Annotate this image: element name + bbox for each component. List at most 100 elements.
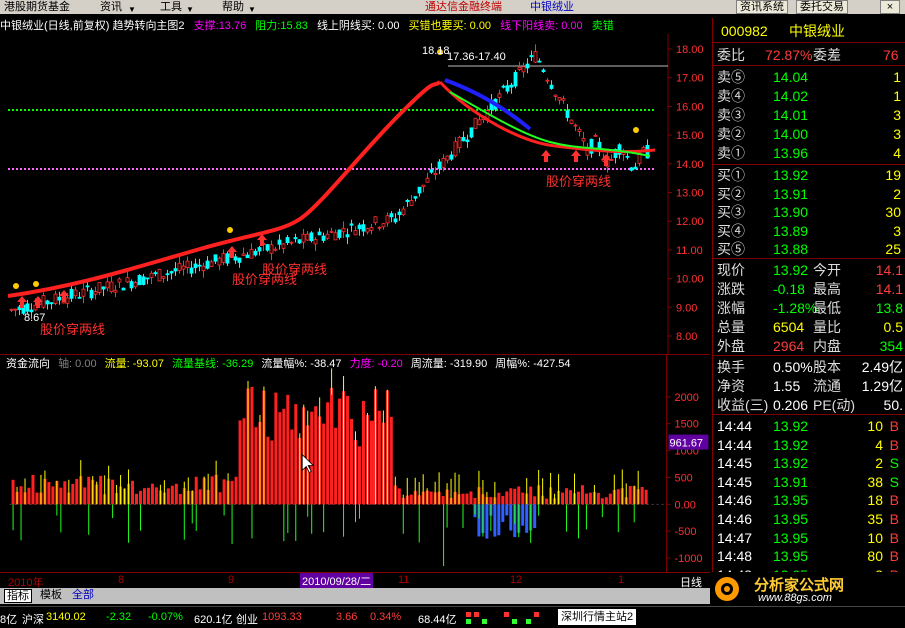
- candle-body: [417, 186, 422, 194]
- tick-time: 14:46: [717, 492, 753, 509]
- candle-body: [217, 257, 222, 266]
- quote-row: 换手 0.50% 股本 2.49亿: [717, 358, 903, 376]
- menu-item-hk-futures-funds[interactable]: 港股期货基金: [4, 0, 70, 14]
- stat-label: 股本: [813, 359, 841, 375]
- dropdown-arrow-icon: ▼: [248, 5, 256, 14]
- order-label: 卖③: [717, 107, 745, 123]
- candle-body: [569, 119, 574, 124]
- flow-bar-negative: [497, 504, 501, 536]
- candle-body: [561, 98, 566, 101]
- capital-flow-chart[interactable]: 2000150010005000.00-500-1000 961.67: [0, 354, 710, 572]
- support-label: 支撑:: [193, 20, 219, 32]
- logo-icon: [715, 577, 739, 601]
- flow-bar-positive: [441, 496, 445, 505]
- candle-body: [281, 243, 286, 249]
- flow-bar-positive: [561, 492, 565, 505]
- quote-row: 买⑤ 13.88 25: [717, 240, 903, 258]
- candle-body: [633, 166, 638, 170]
- trade-button[interactable]: 委托交易: [796, 0, 848, 14]
- candle-body: [65, 297, 70, 304]
- tab-templates[interactable]: 模板: [38, 589, 64, 603]
- order-label: 卖⑤: [717, 69, 745, 85]
- flow-bar-positive: [361, 400, 365, 505]
- order-price: 13.88: [773, 241, 809, 258]
- flow-bar-positive: [350, 418, 354, 505]
- order-volume: 30: [885, 204, 901, 221]
- tab-all[interactable]: 全部: [70, 589, 96, 603]
- quote-label: 涨幅: [717, 300, 745, 316]
- order-label: 买①: [717, 167, 745, 183]
- flow-bar-positive: [238, 420, 242, 505]
- tick-time: 14:48: [717, 548, 753, 565]
- order-price: 14.00: [773, 126, 809, 142]
- order-volume: 3: [893, 222, 901, 239]
- flow-bar-positive: [369, 420, 375, 505]
- flow-bar-positive: [580, 485, 584, 505]
- candle-body: [237, 257, 242, 263]
- candle-body: [9, 308, 14, 311]
- candle-body: [177, 262, 182, 271]
- quote-label: 最高: [813, 281, 841, 297]
- candle-body: [241, 253, 246, 256]
- candle-body: [85, 285, 90, 288]
- weicha-label: 委差: [813, 47, 841, 63]
- quote-row: 卖② 14.00 3: [717, 125, 903, 143]
- menu-item-news[interactable]: 资讯: [100, 0, 122, 14]
- candle-body: [197, 264, 202, 267]
- flow-bar-negative: [521, 504, 525, 526]
- date-label: 8: [118, 574, 125, 586]
- flow-bar-positive: [282, 408, 286, 505]
- candle-body: [377, 226, 382, 229]
- candle-body: [329, 230, 334, 233]
- status-chinext-name: 创业: [236, 614, 258, 626]
- candle-body: [269, 244, 274, 254]
- quote-label: 内盘: [813, 338, 841, 354]
- candle-body: [141, 276, 146, 285]
- price-axis: 18.00 17.00 16.00 15.00 14.00 13.00 12.00 11.00…: [668, 44, 704, 343]
- price-chart[interactable]: 18.00 17.00 16.00 15.00 14.00 13.00 12.00 11.00…: [0, 34, 710, 354]
- news-system-button[interactable]: 资讯系统: [736, 0, 788, 14]
- candle-body: [221, 253, 226, 263]
- flow-bar-positive: [465, 493, 469, 505]
- server-status[interactable]: 深圳行情主站2: [558, 609, 637, 625]
- flow-bars: [11, 368, 648, 567]
- order-label: 买②: [717, 185, 745, 202]
- flow-bar-positive: [326, 402, 330, 505]
- close-icon[interactable]: ×: [880, 0, 900, 14]
- flow-bar-positive: [250, 386, 254, 505]
- signal-dot-icon: [227, 227, 233, 233]
- candle-body: [145, 277, 150, 280]
- indicator-tick-label: 1500: [675, 419, 699, 431]
- tick-side: B: [889, 492, 899, 509]
- flow-bar-positive: [278, 412, 282, 505]
- quote-value: 0.5: [883, 319, 903, 335]
- signal-dot-icon: [13, 283, 19, 289]
- candle-body: [233, 256, 238, 261]
- stock-title: 中银绒业: [530, 1, 574, 13]
- quote-value: 13.92: [773, 262, 809, 278]
- quote-label: 外盘: [717, 338, 745, 354]
- order-price: 13.96: [773, 145, 809, 161]
- quote-row: 买④ 13.89 3: [717, 222, 903, 240]
- menu-item-help[interactable]: 帮助: [222, 0, 244, 14]
- buy-arrow-icon: [571, 150, 581, 162]
- candle-body: [525, 63, 530, 69]
- order-label: 买④: [717, 222, 745, 239]
- candle-body: [533, 51, 538, 63]
- quote-row: 现价 13.92 今开 14.1: [717, 261, 903, 279]
- candle-body: [117, 278, 122, 283]
- indicator-tick-label: -500: [675, 526, 697, 538]
- stock-name: 中银绒业: [789, 23, 845, 39]
- quote-value: -1.28%: [773, 300, 818, 316]
- flow-bar-positive: [174, 483, 178, 505]
- weibi-label: 委比: [717, 47, 745, 63]
- menu-item-tools[interactable]: 工具: [160, 0, 182, 14]
- tick-time: 14:45: [717, 455, 753, 472]
- cross-text-3: 股价穿两线: [40, 322, 105, 337]
- tab-indicators[interactable]: 指标: [4, 589, 32, 603]
- chart-name: 中银绒业(日线,前复权) 趋势转向主图2: [0, 20, 185, 32]
- order-label: 买③: [717, 204, 745, 221]
- candle-body: [385, 215, 390, 224]
- flow-bar-positive: [27, 487, 31, 505]
- candle-body: [473, 117, 478, 129]
